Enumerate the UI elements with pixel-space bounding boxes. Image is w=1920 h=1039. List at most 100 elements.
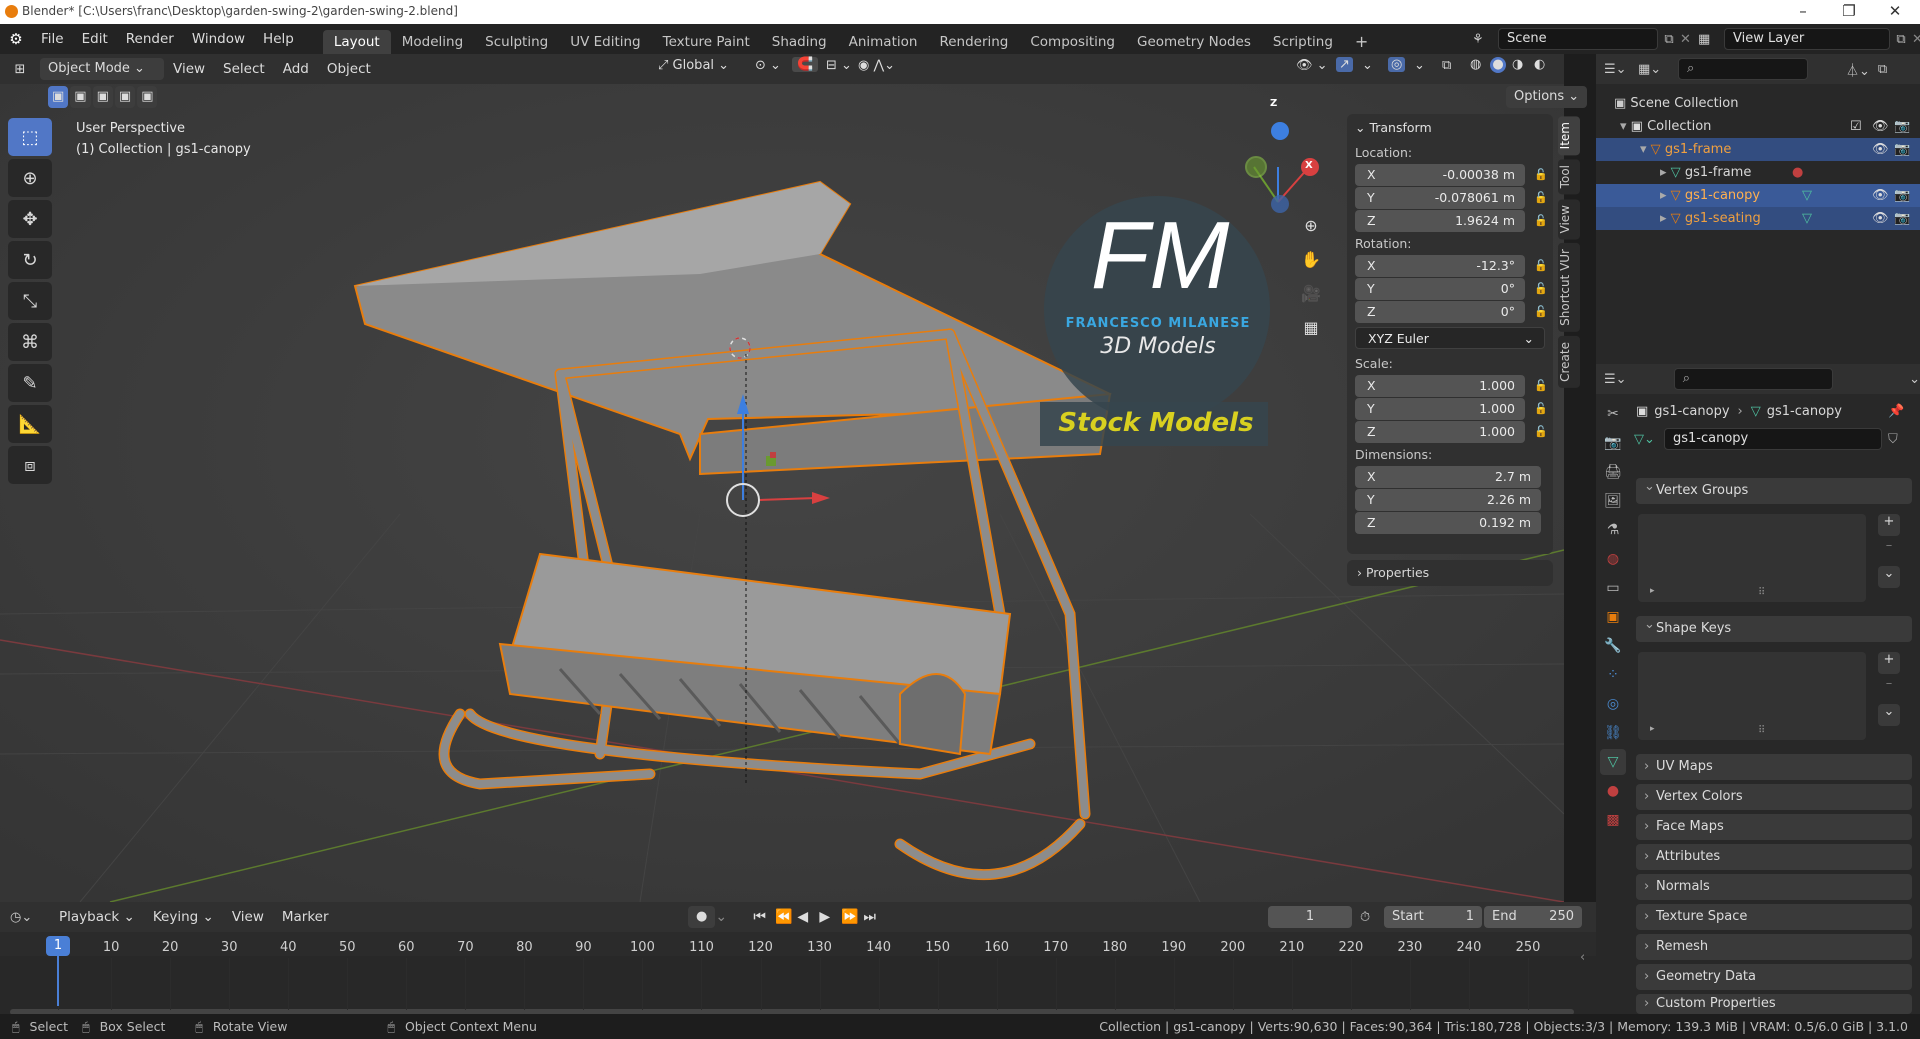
render-props-icon[interactable]: 📷	[1600, 430, 1626, 456]
gs1-seating-expand-icon[interactable]: ▸	[1660, 211, 1671, 226]
current-frame-field[interactable]: 1	[1268, 906, 1352, 928]
transform-orientation-select[interactable]: ⤢ Global ⌄	[658, 58, 729, 73]
lock-icon[interactable]: 🔓	[1529, 164, 1553, 186]
rotation-z-field[interactable]: Z 0°	[1355, 301, 1525, 323]
material-props-icon[interactable]: ●	[1600, 778, 1626, 804]
camera-view-icon[interactable]: 🎥	[1296, 284, 1326, 318]
section-face-maps[interactable]: Face Maps	[1636, 814, 1912, 840]
view-layer-remove-icon[interactable]: ✕	[1912, 32, 1920, 47]
rotate-tool[interactable]: ↻	[8, 241, 52, 279]
tab-geometry-nodes[interactable]: Geometry Nodes	[1126, 30, 1262, 54]
lock-icon[interactable]: 🔓	[1529, 301, 1553, 323]
shape-key-remove-icon[interactable]: –	[1878, 676, 1900, 692]
select-new-icon[interactable]: ▣	[48, 86, 69, 108]
timeline-collapse-icon[interactable]: ‹	[1580, 950, 1585, 965]
outliner-collection[interactable]: ▾ ▣ Collection ☑ 👁 📷	[1596, 115, 1920, 138]
section-vertex-groups[interactable]: Vertex Groups	[1636, 474, 1912, 504]
world-props-icon[interactable]: ◍	[1600, 546, 1626, 572]
tab-item[interactable]: Item	[1558, 116, 1580, 156]
location-x-field[interactable]: X -0.00038 m	[1355, 164, 1525, 186]
timeline-editor-icon[interactable]: ◷⌄	[10, 910, 50, 925]
rotation-y-field[interactable]: Y 0°	[1355, 278, 1525, 300]
section-custom-properties[interactable]: Custom Properties	[1636, 994, 1912, 1014]
gs1-seating-eye-icon[interactable]: 👁	[1872, 207, 1889, 230]
xray-icon[interactable]: ⧉	[1442, 58, 1451, 73]
particles-props-icon[interactable]: ⁘	[1600, 662, 1626, 688]
playhead-frame[interactable]: 1	[46, 936, 70, 956]
menu-edit[interactable]: Edit	[73, 24, 117, 54]
scale-tool[interactable]: ⤡	[8, 282, 52, 320]
datablock-mesh-icon[interactable]: ▽⌄	[1634, 432, 1664, 447]
new-collection-icon[interactable]: ⧉	[1878, 62, 1887, 77]
blender-menu-icon[interactable]: ⚙	[0, 30, 32, 48]
jump-start-icon[interactable]: ⏮	[753, 909, 775, 925]
select-intersect-icon[interactable]: ▣	[137, 86, 158, 108]
tab-shading[interactable]: Shading	[761, 30, 838, 54]
gs1-frame-eye-icon[interactable]: 👁	[1872, 138, 1889, 161]
view-layer-props-icon[interactable]: 🖼	[1600, 488, 1626, 514]
lock-icon[interactable]: 🔓	[1529, 375, 1553, 397]
select-box-tool[interactable]: ⬚	[8, 118, 52, 156]
tab-texture-paint[interactable]: Texture Paint	[652, 30, 761, 54]
lock-icon[interactable]: 🔓	[1529, 278, 1553, 300]
tab-scripting[interactable]: Scripting	[1262, 30, 1344, 54]
outliner-search-input[interactable]: ⌕	[1678, 58, 1808, 80]
tab-uv-editing[interactable]: UV Editing	[559, 30, 651, 54]
gs1-frame-mesh-expand-icon[interactable]: ▸	[1660, 165, 1671, 180]
menu-render[interactable]: Render	[117, 24, 183, 54]
scene-selector[interactable]: ⚘ Scene ⧉ ✕	[1472, 28, 1696, 50]
add-workspace-button[interactable]: +	[1344, 30, 1379, 54]
move-tool[interactable]: ✥	[8, 200, 52, 238]
section-shape-keys[interactable]: Shape Keys	[1636, 612, 1912, 642]
menu-help[interactable]: Help	[254, 24, 303, 54]
shape-keys-resize-icon[interactable]: ⠿	[1758, 725, 1765, 736]
end-frame-field[interactable]: End 250	[1484, 906, 1582, 928]
timeline-menu-view[interactable]: View	[223, 902, 273, 932]
object-mode-select[interactable]: Object Mode ⌄	[40, 58, 164, 80]
collection-camera-icon[interactable]: 📷	[1894, 115, 1910, 138]
pivot-icon[interactable]: ⊙ ⌄	[755, 58, 781, 73]
snap-target-icon[interactable]: ⊟ ⌄	[826, 58, 852, 73]
timeline-tracks[interactable]	[0, 956, 1596, 1014]
collection-checkbox-icon[interactable]: ☑	[1850, 115, 1862, 138]
measure-tool[interactable]: 📐	[8, 405, 52, 443]
section-texture-space[interactable]: Texture Space	[1636, 904, 1912, 930]
timer-icon[interactable]: ⏱	[1360, 910, 1370, 925]
viewport-menu-object[interactable]: Object	[318, 54, 380, 84]
shading-wireframe-icon[interactable]: ◍	[1470, 57, 1481, 72]
rotation-mode-select[interactable]: XYZ Euler ⌄	[1355, 327, 1545, 349]
properties-options-icon[interactable]: ⌄	[1909, 372, 1920, 387]
scene-name-field[interactable]: Scene	[1498, 28, 1658, 50]
tab-create[interactable]: Create	[1558, 335, 1580, 388]
playhead-line[interactable]	[57, 956, 59, 1006]
location-z-field[interactable]: Z 1.9624 m	[1355, 210, 1525, 232]
vertex-group-remove-icon[interactable]: –	[1878, 538, 1900, 554]
options-button[interactable]: Options ⌄	[1506, 86, 1588, 108]
mesh-data-props-icon[interactable]: ▽	[1600, 749, 1626, 775]
dimensions-y-field[interactable]: Y 2.26 m	[1355, 489, 1541, 511]
section-geometry-data[interactable]: Geometry Data	[1636, 964, 1912, 990]
filter-icon[interactable]: ⏃⌄	[1846, 60, 1870, 79]
add-cube-tool[interactable]: ⧈	[8, 446, 52, 484]
gs1-frame-expand-icon[interactable]: ▾	[1640, 142, 1651, 157]
modifier-props-icon[interactable]: 🔧	[1600, 633, 1626, 659]
shading-rendered-icon[interactable]: ◐	[1534, 57, 1545, 72]
dimensions-x-field[interactable]: X 2.7 m	[1355, 466, 1541, 488]
scene-remove-icon[interactable]: ✕	[1680, 32, 1696, 47]
gizmo-dropdown-icon[interactable]: ⌄	[1362, 58, 1373, 73]
collection-props-icon[interactable]: ▭	[1600, 575, 1626, 601]
transform-panel-header[interactable]: ⌄ Transform	[1347, 114, 1553, 142]
physics-props-icon[interactable]: ◎	[1600, 691, 1626, 717]
tab-tool[interactable]: Tool	[1558, 159, 1580, 195]
pan-hand-icon[interactable]: ✋	[1296, 250, 1326, 284]
timeline-menu-marker[interactable]: Marker	[273, 902, 338, 932]
vertex-group-menu-icon[interactable]: ⌄	[1878, 566, 1900, 588]
outliner-item-gs1-seating[interactable]: ▸ ▽ gs1-seating ▽ 👁 📷	[1596, 207, 1920, 230]
select-extend-icon[interactable]: ▣	[70, 86, 91, 108]
annotate-tool[interactable]: ✎	[8, 364, 52, 402]
grid-view-icon[interactable]: ▦	[1296, 318, 1326, 352]
play-icon[interactable]: ▶	[819, 909, 841, 925]
tab-view[interactable]: View	[1558, 198, 1580, 240]
timeline-menu-playback[interactable]: Playback ⌄	[50, 902, 144, 932]
shape-key-add-icon[interactable]: +	[1878, 652, 1900, 674]
